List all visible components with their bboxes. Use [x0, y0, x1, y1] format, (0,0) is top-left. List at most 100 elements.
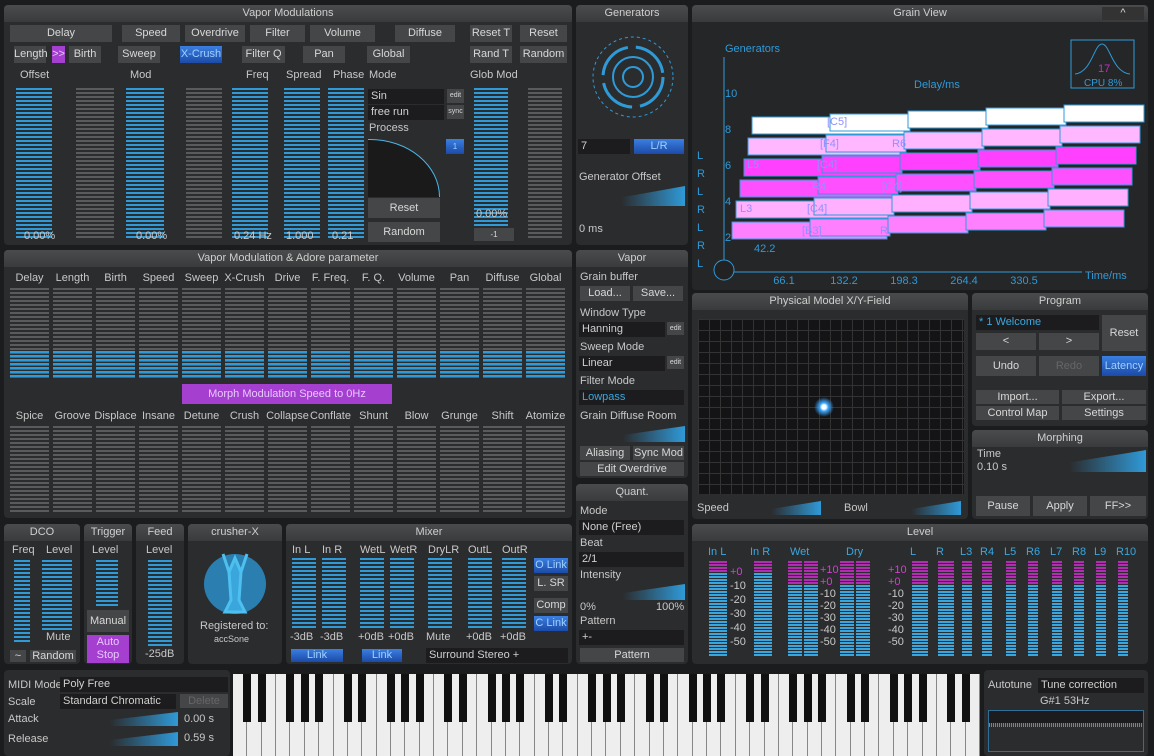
black-key[interactable] — [947, 674, 956, 722]
sync-mod-button[interactable]: Sync Mod — [633, 446, 684, 460]
beat-select[interactable]: 2/1 — [579, 552, 684, 567]
modulation-slider[interactable] — [528, 88, 562, 238]
xy-cursor[interactable] — [814, 397, 834, 417]
black-key[interactable] — [286, 674, 295, 722]
mod-target-pan[interactable]: Pan — [303, 46, 345, 63]
piano-keyboard[interactable] — [233, 674, 980, 756]
sweep-mode-select[interactable]: Linear — [579, 356, 665, 371]
mod-target-random[interactable]: Random — [520, 46, 567, 63]
adore-slider-displace[interactable] — [96, 426, 135, 514]
modulation-slider[interactable] — [16, 88, 52, 238]
black-key[interactable] — [415, 674, 424, 722]
adore-slider-delay[interactable] — [10, 288, 49, 378]
surround-select[interactable]: Surround Stereo + — [426, 648, 568, 663]
modulation-slider[interactable] — [284, 88, 320, 238]
prev-program-button[interactable]: < — [976, 333, 1036, 350]
wave-button[interactable]: ~ — [10, 650, 26, 662]
black-key[interactable] — [487, 674, 496, 722]
autotune-mode-select[interactable]: Tune correction — [1038, 678, 1144, 693]
latency-button[interactable]: Latency — [1102, 356, 1146, 376]
black-key[interactable] — [358, 674, 367, 722]
adore-slider-volume[interactable] — [397, 288, 436, 378]
black-key[interactable] — [343, 674, 352, 722]
collapse-button[interactable]: ^ — [1102, 7, 1144, 20]
black-key[interactable] — [300, 674, 309, 722]
generator-count[interactable]: 7 — [578, 139, 630, 154]
mod-target-sweep[interactable]: Sweep — [118, 46, 160, 63]
adore-slider-diffuse[interactable] — [483, 288, 522, 378]
mixer-fader-outl[interactable] — [468, 558, 492, 628]
black-key[interactable] — [889, 674, 898, 722]
reset-button[interactable]: Reset — [1102, 315, 1146, 351]
input-link-button[interactable]: Link — [291, 649, 343, 662]
mixer-fader-outr[interactable] — [502, 558, 526, 628]
black-key[interactable] — [789, 674, 798, 722]
black-key[interactable] — [315, 674, 324, 722]
load-button[interactable]: Load... — [580, 286, 630, 301]
black-key[interactable] — [645, 674, 654, 722]
feed-level-slider[interactable] — [148, 560, 172, 646]
adore-slider-birth[interactable] — [96, 288, 135, 378]
mod-target-global[interactable]: Global — [367, 46, 410, 63]
adore-slider-sweep[interactable] — [182, 288, 221, 378]
random-button[interactable]: Random — [368, 222, 440, 242]
modulation-slider[interactable] — [328, 88, 364, 238]
filter-mode-select[interactable]: Lowpass — [579, 390, 684, 405]
mod-target-x-crush[interactable]: X-Crush — [180, 46, 222, 63]
mod-target-reset-t[interactable]: Reset T — [470, 25, 512, 42]
black-key[interactable] — [717, 674, 726, 722]
adore-slider-shunt[interactable] — [354, 426, 393, 514]
black-key[interactable] — [559, 674, 568, 722]
mod-target-delay[interactable]: Delay — [10, 25, 112, 42]
reset-button[interactable]: Reset — [368, 198, 440, 218]
window-type-select[interactable]: Hanning — [579, 322, 665, 337]
generator-offset-slider[interactable] — [579, 186, 685, 206]
ff-button[interactable]: FF>> — [1090, 496, 1146, 516]
pattern-button[interactable]: Pattern — [580, 648, 684, 662]
black-key[interactable] — [545, 674, 554, 722]
redo-button[interactable]: Redo — [1039, 356, 1099, 376]
mod-target-volume[interactable]: Volume — [310, 25, 375, 42]
attack-slider[interactable] — [64, 712, 178, 726]
undo-button[interactable]: Undo — [976, 356, 1036, 376]
adore-slider-detune[interactable] — [182, 426, 221, 514]
mixer-fader-inr[interactable] — [322, 558, 346, 628]
black-key[interactable] — [243, 674, 252, 722]
adore-slider-shift[interactable] — [483, 426, 522, 514]
black-key[interactable] — [846, 674, 855, 722]
export-button[interactable]: Export... — [1062, 390, 1146, 404]
mod-target-filter-q[interactable]: Filter Q — [242, 46, 285, 63]
adore-slider-global[interactable] — [526, 288, 565, 378]
adore-slider-length[interactable] — [53, 288, 92, 378]
adore-slider-groove[interactable] — [53, 426, 92, 514]
speed-slider[interactable] — [738, 501, 821, 515]
manual-button[interactable]: Manual — [87, 610, 129, 632]
mode-select[interactable]: Sin — [368, 89, 444, 104]
xy-field[interactable] — [698, 319, 964, 494]
adore-slider-f-q-[interactable] — [354, 288, 393, 378]
black-key[interactable] — [257, 674, 266, 722]
black-key[interactable] — [861, 674, 870, 722]
trigger-level-slider[interactable] — [96, 560, 118, 606]
adore-slider-blow[interactable] — [397, 426, 436, 514]
black-key[interactable] — [387, 674, 396, 722]
adore-slider-atomize[interactable] — [526, 426, 565, 514]
black-key[interactable] — [817, 674, 826, 722]
mixer-fader-drylr[interactable] — [428, 558, 452, 628]
black-key[interactable] — [659, 674, 668, 722]
modulation-slider[interactable] — [232, 88, 268, 238]
modulation-slider[interactable] — [126, 88, 164, 238]
wet-link-button[interactable]: Link — [362, 649, 402, 662]
black-key[interactable] — [803, 674, 812, 722]
midi-mode-select[interactable]: Poly Free — [60, 677, 228, 692]
mod-target-speed[interactable]: Speed — [122, 25, 180, 42]
black-key[interactable] — [458, 674, 467, 722]
process-curve[interactable] — [368, 139, 440, 197]
pause-button[interactable]: Pause — [976, 496, 1030, 516]
adore-slider-collapse[interactable] — [268, 426, 307, 514]
lr-button[interactable]: L/R — [634, 139, 684, 154]
release-slider[interactable] — [64, 732, 178, 746]
mixer-fader-wetl[interactable] — [360, 558, 384, 628]
next-program-button[interactable]: > — [1039, 333, 1099, 350]
black-key[interactable] — [918, 674, 927, 722]
